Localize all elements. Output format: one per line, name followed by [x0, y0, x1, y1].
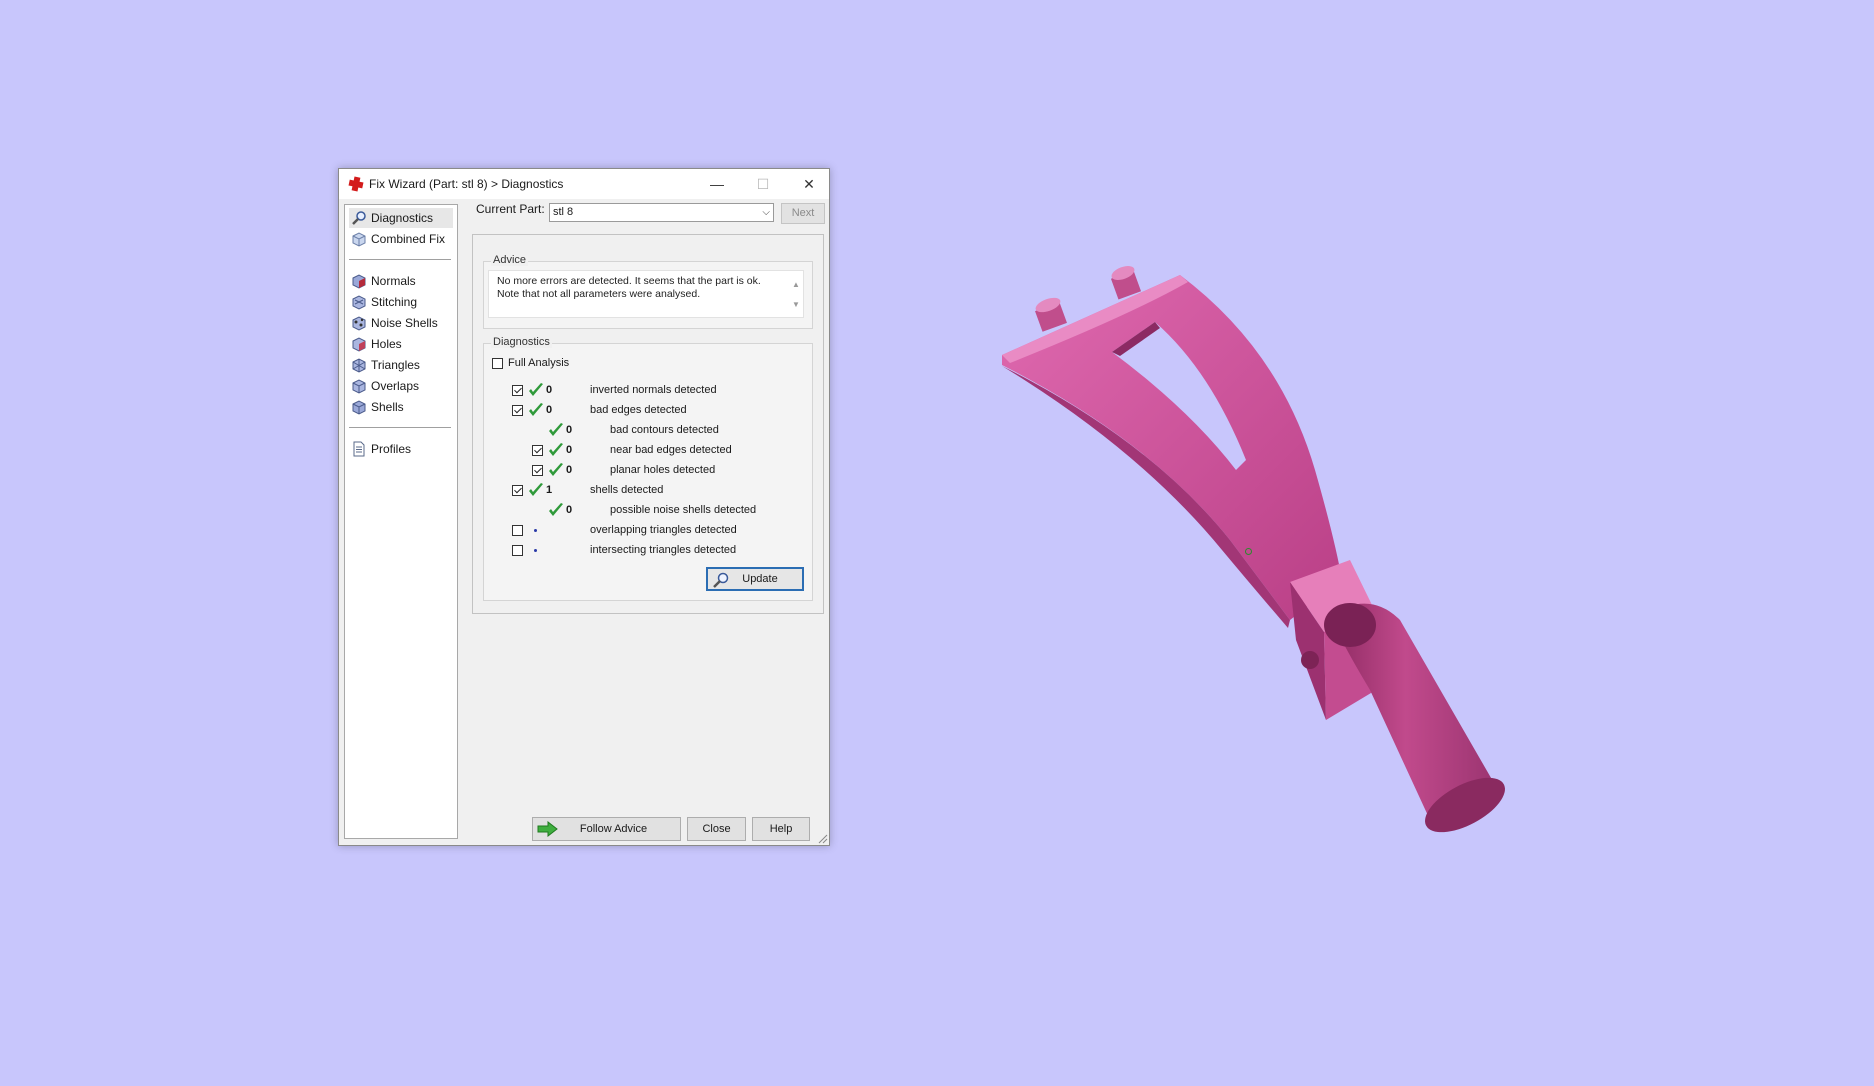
diagnostics-group-title: Diagnostics: [491, 336, 552, 348]
sidebar-item-label: Normals: [371, 274, 416, 288]
diagnostic-checkbox[interactable]: [532, 465, 543, 476]
wizard-sidebar: Diagnostics Combined Fix Normals Stitchi…: [344, 204, 458, 839]
sidebar-item-label: Holes: [371, 337, 402, 351]
sidebar-item-label: Combined Fix: [371, 232, 446, 246]
full-analysis-checkbox[interactable]: [492, 358, 503, 369]
sidebar-item-label: Diagnostics: [371, 211, 434, 225]
normals-cube-icon: [352, 274, 366, 289]
sidebar-item-shells[interactable]: Shells: [349, 397, 453, 417]
holes-cube-icon: [352, 337, 366, 352]
diagnostic-label: near bad edges detected: [610, 444, 732, 456]
diagnostic-checkbox[interactable]: [512, 545, 523, 556]
document-icon: [353, 441, 365, 457]
sidebar-item-triangles[interactable]: Triangles: [349, 355, 453, 375]
sidebar-item-profiles[interactable]: Profiles: [349, 439, 453, 459]
sidebar-item-diagnostics[interactable]: Diagnostics: [349, 208, 453, 228]
green-check-icon: [549, 503, 563, 516]
diagnostic-count: 0: [566, 464, 573, 476]
diagnostic-label: planar holes detected: [610, 464, 716, 476]
sidebar-item-normals[interactable]: Normals: [349, 271, 453, 291]
green-check-icon: [549, 443, 563, 456]
update-label: Update: [742, 573, 778, 585]
wizard-page-panel: Advice No more errors are detected. It s…: [472, 234, 824, 614]
advice-line-1: No more errors are detected. It seems th…: [497, 275, 761, 287]
magnifier-icon: [352, 211, 366, 225]
green-check-icon: [529, 483, 543, 496]
close-button[interactable]: Close: [687, 817, 746, 841]
next-button[interactable]: Next: [781, 203, 825, 224]
diagnostic-count: 0: [546, 404, 553, 416]
green-check-icon: [549, 423, 563, 436]
noise-shells-icon: [352, 316, 366, 331]
diagnostic-checkbox[interactable]: [512, 405, 523, 416]
sidebar-divider: [349, 427, 451, 428]
resize-grip-icon[interactable]: [818, 834, 828, 844]
green-check-icon: [529, 383, 543, 396]
diagnostic-count: 0: [566, 424, 573, 436]
green-check-icon: [549, 463, 563, 476]
diagnostic-label: shells detected: [590, 484, 664, 496]
follow-advice-label: Follow Advice: [579, 823, 648, 835]
sidebar-item-label: Profiles: [371, 442, 412, 456]
sidebar-item-stitching[interactable]: Stitching: [349, 292, 453, 312]
window-title: Fix Wizard (Part: stl 8) > Diagnostics: [369, 177, 564, 191]
full-analysis-label: Full Analysis: [508, 357, 570, 369]
origin-marker: [1245, 548, 1252, 555]
sidebar-item-holes[interactable]: Holes: [349, 334, 453, 354]
stitching-cube-icon: [352, 295, 366, 310]
advice-group-title: Advice: [491, 254, 529, 266]
red-cross-icon: [348, 176, 364, 192]
diagnostic-label: inverted normals detected: [590, 384, 717, 396]
sidebar-item-overlaps[interactable]: Overlaps: [349, 376, 453, 396]
pending-dot-icon: [534, 529, 537, 532]
advice-scrollbar[interactable]: ▲ ▼: [791, 275, 801, 315]
minimize-button[interactable]: —: [695, 169, 739, 199]
diagnostic-label: bad edges detected: [590, 404, 687, 416]
diagnostic-count: 0: [566, 444, 573, 456]
help-button[interactable]: Help: [752, 817, 810, 841]
chevron-down-icon: ⌵: [762, 207, 770, 218]
sidebar-item-label: Noise Shells: [371, 316, 438, 330]
title-bar[interactable]: Fix Wizard (Part: stl 8) > Diagnostics —…: [339, 169, 829, 199]
diagnostic-count: 0: [546, 384, 553, 396]
diagnostic-label: possible noise shells detected: [610, 504, 757, 516]
green-arrow-icon: [537, 821, 558, 837]
diagnostic-label: intersecting triangles detected: [590, 544, 737, 556]
diagnostic-checkbox[interactable]: [512, 485, 523, 496]
3d-viewport[interactable]: [0, 0, 1874, 1086]
fix-wizard-dialog: Fix Wizard (Part: stl 8) > Diagnostics —…: [338, 168, 830, 846]
cube-icon: [352, 232, 366, 247]
sidebar-item-label: Stitching: [371, 295, 418, 309]
diagnostic-count: 0: [566, 504, 573, 516]
update-button[interactable]: Update: [706, 567, 804, 591]
follow-advice-button[interactable]: Follow Advice: [532, 817, 681, 841]
sidebar-item-label: Triangles: [371, 358, 420, 372]
close-window-button[interactable]: ✕: [787, 169, 831, 199]
sidebar-item-label: Shells: [371, 400, 404, 414]
current-part-select[interactable]: stl 8 ⌵: [549, 203, 774, 222]
sidebar-item-noise-shells[interactable]: Noise Shells: [349, 313, 453, 333]
current-part-value: stl 8: [553, 206, 574, 218]
sidebar-item-combined-fix[interactable]: Combined Fix: [349, 229, 453, 249]
diagnostic-label: bad contours detected: [610, 424, 719, 436]
current-part-label: Current Part:: [476, 202, 545, 216]
green-check-icon: [529, 403, 543, 416]
part-3d-model[interactable]: [990, 260, 1530, 840]
maximize-button[interactable]: ☐: [741, 169, 785, 199]
diagnostic-checkbox[interactable]: [512, 385, 523, 396]
diagnostic-checkbox[interactable]: [532, 445, 543, 456]
diagnostic-checkbox[interactable]: [512, 525, 523, 536]
diagnostic-count: 1: [546, 484, 553, 496]
triangles-cube-icon: [352, 358, 366, 373]
overlaps-cube-icon: [352, 379, 366, 394]
pending-dot-icon: [534, 549, 537, 552]
sidebar-divider: [349, 259, 451, 260]
sidebar-item-label: Overlaps: [371, 379, 420, 393]
diagnostics-group: Diagnostics Full Analysis 0 inverted norm…: [483, 336, 813, 601]
shells-cube-icon: [352, 400, 366, 415]
advice-line-2: Note that not all parameters were analys…: [497, 288, 701, 300]
diagnostic-label: overlapping triangles detected: [590, 524, 737, 536]
advice-group: Advice No more errors are detected. It s…: [483, 254, 813, 329]
advice-text-box[interactable]: No more errors are detected. It seems th…: [488, 270, 804, 318]
